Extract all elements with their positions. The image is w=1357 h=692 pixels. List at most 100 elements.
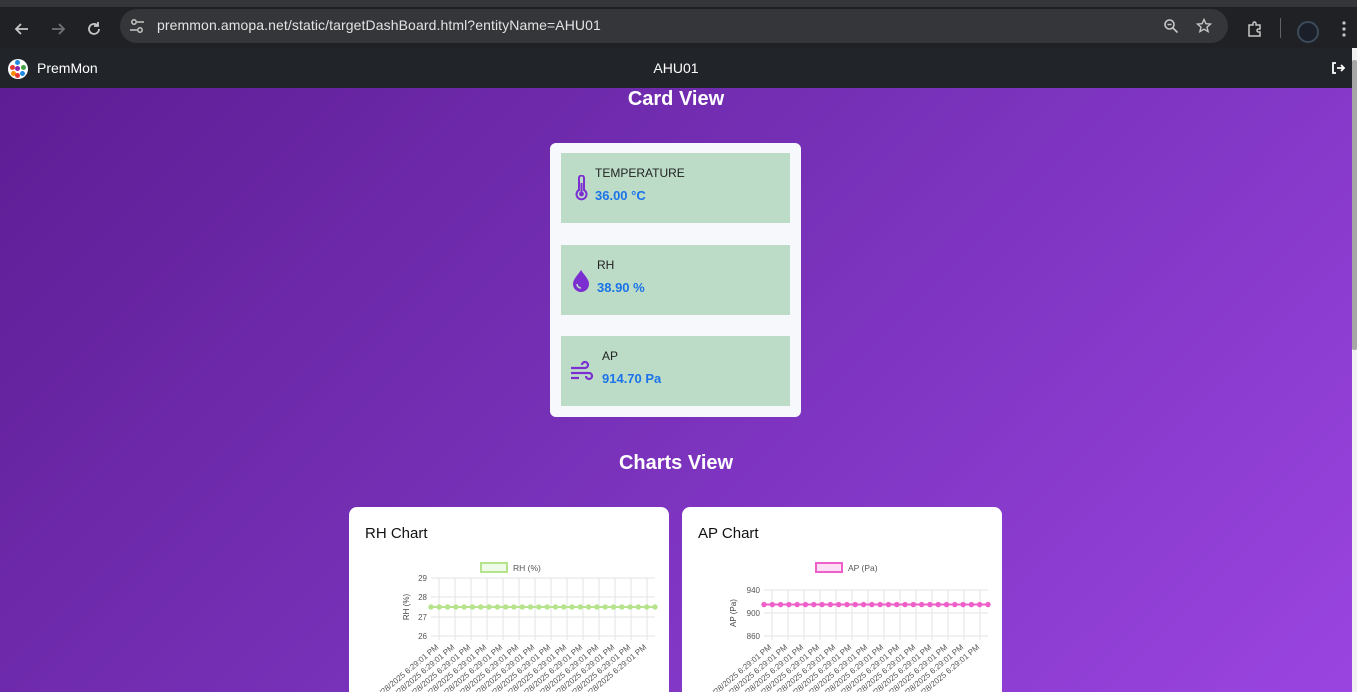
data-point [478,604,484,610]
card-panel: TEMPERATURE 36.00 °C RH 38.90 % AP 914.7… [550,143,801,417]
entity-name: AHU01 [653,60,699,76]
data-point [502,604,509,610]
ap-card: AP 914.70 Pa [561,336,790,406]
legend-label: RH (%) [513,563,541,573]
data-point [811,601,817,608]
data-point [977,601,983,608]
reload-icon [88,22,100,35]
rh-chart: RH (%)RH (%)29282726/28/2025 6:29:01 PM6… [378,562,658,692]
data-point [860,601,867,608]
data-point [494,604,501,610]
rh-chart-card: RH Chart RH (%) RH (%) 29 28 27 26/28/2025 6:… [349,507,669,692]
data-point [968,601,975,608]
data-point [594,604,600,610]
data-point [935,601,941,608]
charts-view-title: Charts View [618,452,734,474]
dashboard-page: Card View TEMPERATURE 36.00 °C RH 38.90 … [0,88,1352,692]
data-point [486,604,492,610]
data-point [428,604,434,610]
page-scrollbar[interactable] [1352,48,1357,692]
data-point [635,604,642,610]
data-point [544,604,550,610]
card-label: TEMPERATURE [595,166,685,180]
browser-menu-button[interactable] [1329,14,1357,44]
puzzle-icon [1248,21,1261,37]
data-point [802,601,809,608]
data-point [786,601,792,608]
data-point [619,604,625,610]
data-point [436,604,442,610]
toolbar-divider [1280,18,1281,38]
data-point [902,601,908,608]
data-point [835,601,842,608]
data-point [577,604,584,610]
legend-swatch [480,562,508,573]
wind-icon [571,360,593,381]
data-point [877,601,883,608]
browser-toolbar: premmon.amopa.net/static/targetDashBoard… [0,0,1357,48]
data-point [844,601,850,608]
data-point [561,604,567,610]
address-bar[interactable]: premmon.amopa.net/static/targetDashBoard… [120,9,1228,43]
data-point [652,604,658,610]
data-point [794,601,800,608]
reload-button[interactable] [79,14,109,44]
data-point [910,601,917,608]
data-point [894,601,900,608]
data-point [511,604,517,610]
data-point [469,604,476,610]
arrow-left-icon [14,23,28,35]
data-point [852,601,858,608]
card-label: RH [597,258,615,272]
y-tick-label: 27 [418,613,427,622]
ap-chart: AP (Pa)AP (Pa)940900860/28/2025 6:29:01 … [711,562,991,692]
temperature-card: TEMPERATURE 36.00 °C [561,153,790,223]
data-point [761,601,767,608]
data-point [952,601,958,608]
data-point [610,604,617,610]
bookmark-star-icon[interactable] [1194,16,1214,36]
legend-label: AP (Pa) [848,563,878,573]
data-point [536,604,542,610]
data-point [943,601,950,608]
thermometer-icon [575,175,588,201]
y-tick-label: 29 [418,574,427,583]
y-tick-label: 26 [418,632,427,641]
data-point [602,604,608,610]
data-point [519,604,525,610]
more-vertical-icon [1342,21,1346,37]
site-settings-icon[interactable] [128,17,146,35]
card-value: 38.90 % [597,280,645,295]
data-point [461,604,467,610]
logout-icon[interactable] [1330,60,1346,76]
y-tick-label: 860 [747,632,761,641]
card-value: 914.70 Pa [602,371,662,386]
data-point [960,601,966,608]
data-point [644,604,650,610]
data-point [819,601,825,608]
data-point [552,604,559,610]
data-point [585,604,592,610]
y-axis-label: AP (Pa) [729,599,738,627]
data-point [527,604,534,610]
legend-swatch [815,562,843,573]
rh-card: RH 38.90 % [561,245,790,315]
arrow-right-icon [52,23,66,35]
chart-legend: AP (Pa) [815,562,878,573]
profile-avatar[interactable] [1297,21,1319,43]
zoom-icon[interactable] [1161,16,1181,36]
ap-chart-card: AP Chart AP (Pa) AP (Pa) 940 900 860/28/2025… [682,507,1002,692]
card-label: AP [602,349,619,363]
y-tick-label: 940 [747,586,761,595]
chart-legend: RH (%) [480,562,541,573]
data-point [918,601,925,608]
url-text[interactable]: premmon.amopa.net/static/targetDashBoard… [157,17,601,33]
back-button[interactable] [7,14,37,44]
forward-button[interactable] [43,14,73,44]
y-axis-label: RH (%) [402,594,411,621]
scrollbar-thumb[interactable] [1352,60,1357,350]
card-value: 36.00 °C [595,188,646,203]
extensions-button[interactable] [1240,14,1270,44]
data-point [627,604,633,610]
data-point [453,604,459,610]
